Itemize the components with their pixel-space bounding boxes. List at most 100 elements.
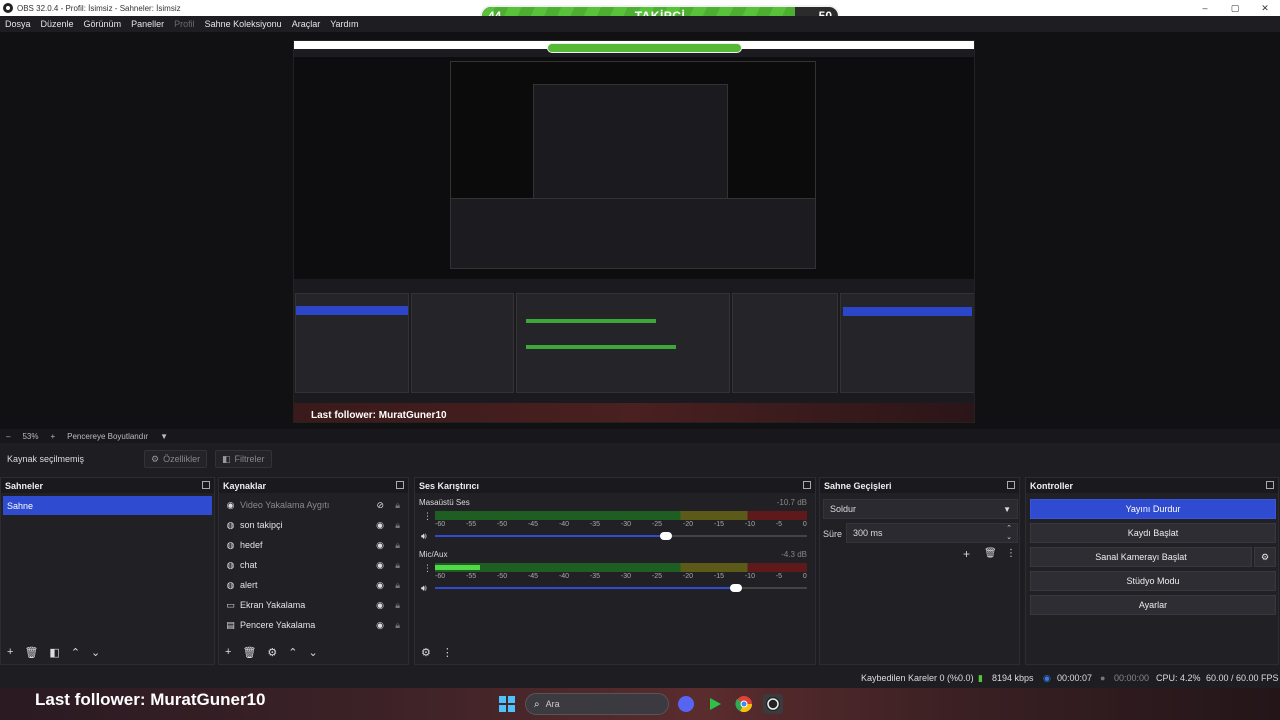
zoom-in-button[interactable]: + (50, 432, 55, 441)
tick-label: -15 (713, 573, 724, 580)
filters-button[interactable]: ◧ Filtreler (215, 450, 272, 468)
undock-icon[interactable] (803, 481, 811, 489)
sources-header: Kaynaklar (219, 478, 408, 493)
menu-file[interactable]: Dosya (5, 19, 31, 29)
add-icon[interactable]: + (963, 547, 970, 561)
menu-docks[interactable]: Paneller (131, 19, 164, 29)
close-button[interactable]: ✕ (1250, 0, 1280, 16)
minimize-button[interactable]: – (1190, 0, 1220, 16)
more-options-icon[interactable]: ⋮ (423, 563, 432, 574)
trash-icon[interactable]: 🗑 (242, 646, 256, 659)
stop-stream-button[interactable]: Yayını Durdur (1030, 499, 1276, 519)
eye-icon[interactable]: ◉ (376, 540, 384, 551)
more-options-icon[interactable]: ⋮ (442, 646, 453, 659)
chevron-up-icon[interactable]: ⌃ (71, 646, 80, 659)
volume-slider-knob[interactable] (730, 584, 743, 592)
filters-label: Filtreler (234, 454, 265, 464)
undock-icon[interactable] (1007, 481, 1015, 489)
chevron-down-icon[interactable]: ⌄ (309, 646, 318, 659)
source-item[interactable]: ◍ chat ◉ 🔒︎ (219, 555, 408, 575)
settings-label: Ayarlar (1138, 600, 1168, 610)
properties-button[interactable]: ⚙ Özellikler (144, 450, 208, 468)
tick-label: -40 (558, 573, 570, 580)
tick-label: -10 (744, 521, 755, 528)
nested-docks (451, 198, 815, 268)
fit-to-window-label[interactable]: Pencereye Boyutlandır (67, 432, 148, 441)
source-item[interactable]: ▤ Pencere Yakalama ◉ 🔒︎ (219, 615, 408, 635)
volume-slider-knob[interactable] (659, 532, 672, 540)
windows-start-icon[interactable] (497, 694, 517, 714)
settings-button[interactable]: Ayarlar (1030, 595, 1276, 615)
mixer-dock: Ses Karıştırıcı Masaüstü Ses -10.7 dB ⋮ … (414, 477, 816, 665)
chrome-icon[interactable] (734, 694, 754, 714)
advanced-audio-icon[interactable]: ⚙ (421, 646, 431, 659)
tick-label: -20 (682, 521, 693, 528)
menu-profile[interactable]: Profil (174, 19, 195, 29)
lock-icon[interactable]: 🔒︎ (395, 600, 400, 611)
lock-icon[interactable]: 🔒︎ (395, 580, 400, 591)
source-item[interactable]: ◍ hedef ◉ 🔒︎ (219, 535, 408, 555)
more-options-icon[interactable]: ⋮ (423, 511, 432, 522)
source-label: alert (240, 580, 258, 590)
chevron-down-icon[interactable]: ▼ (160, 432, 168, 441)
duration-field[interactable]: 300 ms ⌃ ⌄ (846, 523, 1018, 543)
nested-follower-bar (547, 43, 742, 53)
discord-icon[interactable] (676, 694, 696, 714)
trash-icon[interactable]: 🗑 (984, 548, 997, 559)
undock-icon[interactable] (396, 481, 404, 489)
add-icon[interactable]: + (7, 646, 13, 658)
taskbar-search[interactable]: ⌕ Ara (525, 693, 669, 715)
eye-icon[interactable]: ◉ (376, 520, 384, 531)
nested-transitions-panel (732, 293, 838, 393)
speaker-icon[interactable]: 🔊︎ (421, 531, 427, 542)
menu-scene-collection[interactable]: Sahne Koleksiyonu (205, 19, 282, 29)
media-player-icon[interactable] (705, 694, 725, 714)
chevron-down-icon[interactable]: ⌄ (91, 646, 100, 659)
menu-help[interactable]: Yardım (330, 19, 358, 29)
tick-label: -5 (775, 573, 783, 580)
scene-item[interactable]: Sahne (3, 496, 212, 515)
virtual-camera-settings-button[interactable]: ⚙ (1254, 547, 1276, 567)
stepper-icon[interactable]: ⌃ ⌄ (1006, 524, 1012, 542)
source-item[interactable]: ◍ son takipçi ◉ 🔒︎ (219, 515, 408, 535)
studio-mode-button[interactable]: Stüdyo Modu (1030, 571, 1276, 591)
start-virtual-camera-button[interactable]: Sanal Kamerayı Başlat (1030, 547, 1252, 567)
source-item[interactable]: ▭ Ekran Yakalama ◉ 🔒︎ (219, 595, 408, 615)
filter-icon[interactable]: ◧ (49, 646, 59, 659)
menu-edit[interactable]: Düzenle (41, 19, 74, 29)
source-item[interactable]: ◉ Video Yakalama Aygıtı ⊘ 🔒︎ (219, 495, 408, 515)
speaker-icon[interactable]: 🔊︎ (421, 583, 427, 594)
scene-item-label: Sahne (7, 500, 34, 511)
trash-icon[interactable]: 🗑 (24, 646, 38, 659)
volume-slider[interactable] (435, 584, 807, 592)
eye-icon[interactable]: ◉ (376, 620, 384, 631)
preview-area[interactable]: Last follower: MuratGuner10 (0, 32, 1280, 429)
mixer-channel: Masaüstü Ses -10.7 dB ⋮ -60 -55 -50 -45 … (417, 497, 813, 549)
eye-hidden-icon[interactable]: ⊘ (376, 500, 384, 511)
eye-icon[interactable]: ◉ (376, 560, 384, 571)
maximize-button[interactable]: ▢ (1220, 0, 1250, 16)
lock-icon[interactable]: 🔒︎ (395, 560, 400, 571)
lock-icon[interactable]: 🔒︎ (395, 500, 400, 511)
undock-icon[interactable] (1266, 481, 1274, 489)
add-icon[interactable]: + (225, 646, 231, 658)
eye-icon[interactable]: ◉ (376, 580, 384, 591)
lock-icon[interactable]: 🔒︎ (395, 540, 400, 551)
more-options-icon[interactable]: ⋮ (1006, 548, 1016, 559)
zoom-out-button[interactable]: – (6, 432, 10, 441)
chevron-up-icon[interactable]: ⌃ (288, 646, 297, 659)
transition-select[interactable]: Soldur ▼ (823, 499, 1018, 519)
volume-slider[interactable] (435, 532, 807, 540)
obs-taskbar-icon[interactable] (763, 694, 783, 714)
mixer-header: Ses Karıştırıcı (415, 478, 815, 493)
source-item[interactable]: ◍ alert ◉ 🔒︎ (219, 575, 408, 595)
menu-view[interactable]: Görünüm (84, 19, 122, 29)
undock-icon[interactable] (202, 481, 210, 489)
start-recording-button[interactable]: Kaydı Başlat (1030, 523, 1276, 543)
preview-canvas[interactable]: Last follower: MuratGuner10 (293, 40, 975, 423)
menu-tools[interactable]: Araçlar (292, 19, 321, 29)
eye-icon[interactable]: ◉ (376, 600, 384, 611)
gear-icon[interactable]: ⚙ (267, 646, 277, 659)
lock-icon[interactable]: 🔒︎ (395, 520, 400, 531)
lock-icon[interactable]: 🔒︎ (395, 620, 400, 631)
